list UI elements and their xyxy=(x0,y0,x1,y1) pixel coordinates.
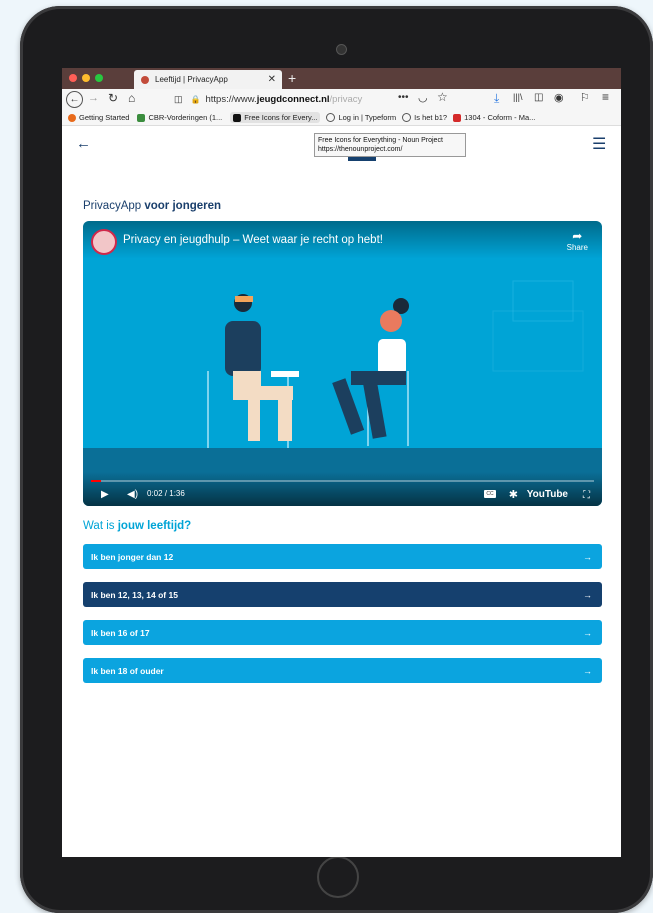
bookmark-star-icon[interactable]: ☆ xyxy=(437,90,448,104)
share-label: Share xyxy=(566,243,588,252)
tab-title: Leeftijd | PrivacyApp xyxy=(155,75,228,84)
coform-icon xyxy=(453,113,462,122)
shield-icon: ◫ xyxy=(174,93,183,104)
url-text: https://www.jeugdconnect.nl/privacy xyxy=(205,93,363,105)
tab-bar: Leeftijd | PrivacyApp ✕ + xyxy=(62,68,621,89)
bookmark-tooltip: Free Icons for Everything - Noun Project… xyxy=(314,133,466,157)
video-title[interactable]: Privacy en jeugdhulp – Weet waar je rech… xyxy=(123,234,383,246)
home-button[interactable] xyxy=(317,856,359,898)
nav-bar: ← → ↻ ⌂ ◫ 🔒 https://www.jeugdconnect.nl/… xyxy=(62,89,621,110)
bookmark-item[interactable]: Is het b1? xyxy=(402,113,447,122)
bookmark-label: Getting Started xyxy=(79,113,130,122)
account-icon[interactable]: ◉ xyxy=(554,91,564,104)
video-time: 0:02 / 1:36 xyxy=(147,489,185,498)
forward-button[interactable]: → xyxy=(88,92,99,104)
option-label: Ik ben 18 of ouder xyxy=(91,665,164,676)
play-icon[interactable]: ▶ xyxy=(101,489,109,500)
bookmark-label: 1304 - Coform - Ma... xyxy=(464,113,536,122)
drive-icon xyxy=(137,113,146,122)
new-tab-button[interactable]: + xyxy=(288,68,296,88)
settings-gear-icon[interactable]: ✱ xyxy=(509,488,518,501)
extension-icon[interactable]: ⚐ xyxy=(580,91,590,104)
bookmark-label: Free Icons for Every... xyxy=(244,113,318,122)
arrow-right-icon: → xyxy=(583,551,592,562)
tab-privacyapp[interactable]: Leeftijd | PrivacyApp ✕ xyxy=(134,70,282,89)
minimize-window-button[interactable] xyxy=(82,74,90,82)
tooltip-url: https://thenounproject.com/ xyxy=(318,146,403,153)
bookmark-item[interactable]: Free Icons for Every... xyxy=(230,112,321,123)
bookmarks-bar: Getting Started CBR-Vorderingen (1... Fr… xyxy=(62,110,621,126)
firefox-icon xyxy=(68,113,76,122)
library-icon[interactable]: |||\ xyxy=(513,92,523,102)
arrow-right-icon: → xyxy=(583,665,592,676)
option-18-or-older[interactable]: Ik ben 18 of ouder → xyxy=(83,658,602,683)
close-window-button[interactable] xyxy=(69,74,77,82)
option-16-or-17[interactable]: Ik ben 16 of 17 → xyxy=(83,620,602,645)
bookmark-item[interactable]: Getting Started xyxy=(68,113,129,122)
video-progress-fill xyxy=(91,480,102,482)
option-12-to-15[interactable]: Ik ben 12, 13, 14 of 15 → xyxy=(83,582,602,607)
fullscreen-icon[interactable]: ⛶ xyxy=(583,490,590,501)
tab-favicon-icon xyxy=(141,75,149,84)
address-bar[interactable]: ◫ 🔒 https://www.jeugdconnect.nl/privacy xyxy=(174,91,454,107)
sidebar-icon[interactable]: ◫ xyxy=(534,92,543,103)
youtube-logo[interactable]: YouTube xyxy=(527,489,568,500)
option-label: Ik ben 12, 13, 14 of 15 xyxy=(91,589,178,600)
video-progress-bar[interactable] xyxy=(91,480,594,482)
video-player[interactable]: Privacy en jeugdhulp – Weet waar je rech… xyxy=(83,221,602,506)
volume-icon[interactable]: ◀) xyxy=(127,489,138,500)
menu-icon[interactable]: ≡ xyxy=(602,90,609,104)
globe-icon xyxy=(402,113,412,122)
bookmark-label: CBR-Vorderingen (1... xyxy=(148,113,223,122)
bookmark-label: Log in | Typeform xyxy=(338,113,397,122)
typeform-icon xyxy=(326,113,336,122)
reload-button[interactable]: ↻ xyxy=(108,91,118,105)
page-title: PrivacyApp voor jongeren xyxy=(83,200,222,212)
back-arrow-icon[interactable]: ← xyxy=(76,135,91,152)
download-icon[interactable]: ⤓ xyxy=(494,91,499,106)
screen: Leeftijd | PrivacyApp ✕ + ← → ↻ ⌂ ◫ 🔒 ht… xyxy=(62,68,621,857)
home-icon[interactable]: ⌂ xyxy=(128,91,135,105)
bookmark-item[interactable]: CBR-Vorderingen (1... xyxy=(137,113,222,122)
tab-close-icon[interactable]: ✕ xyxy=(268,74,276,85)
back-button[interactable]: ← xyxy=(66,91,83,108)
maximize-window-button[interactable] xyxy=(95,74,103,82)
option-label: Ik ben 16 of 17 xyxy=(91,627,150,638)
noun-project-icon xyxy=(233,113,242,122)
channel-avatar-icon[interactable] xyxy=(91,229,117,255)
share-button[interactable]: ➦ Share xyxy=(567,229,588,252)
bookmark-item[interactable]: Log in | Typeform xyxy=(326,113,396,122)
pocket-icon[interactable]: ◡ xyxy=(418,91,428,104)
tablet-frame: Leeftijd | PrivacyApp ✕ + ← → ↻ ⌂ ◫ 🔒 ht… xyxy=(20,6,653,913)
bookmark-label: Is het b1? xyxy=(414,113,448,122)
option-label: Ik ben jonger dan 12 xyxy=(91,551,174,562)
hamburger-menu-icon[interactable]: ☰ xyxy=(592,134,606,154)
age-question: Wat is jouw leeftijd? xyxy=(83,520,192,532)
tooltip-title: Free Icons for Everything - Noun Project xyxy=(318,137,443,144)
page-actions-icon[interactable]: ••• xyxy=(398,92,409,103)
camera-icon xyxy=(336,44,347,55)
arrow-right-icon: → xyxy=(583,627,592,638)
option-younger-than-12[interactable]: Ik ben jonger dan 12 → xyxy=(83,544,602,569)
captions-icon[interactable]: CC xyxy=(484,490,496,498)
lock-icon: 🔒 xyxy=(190,94,201,104)
share-icon: ➦ xyxy=(572,229,583,243)
bookmark-item[interactable]: 1304 - Coform - Ma... xyxy=(453,113,535,122)
arrow-right-icon: → xyxy=(583,589,592,600)
